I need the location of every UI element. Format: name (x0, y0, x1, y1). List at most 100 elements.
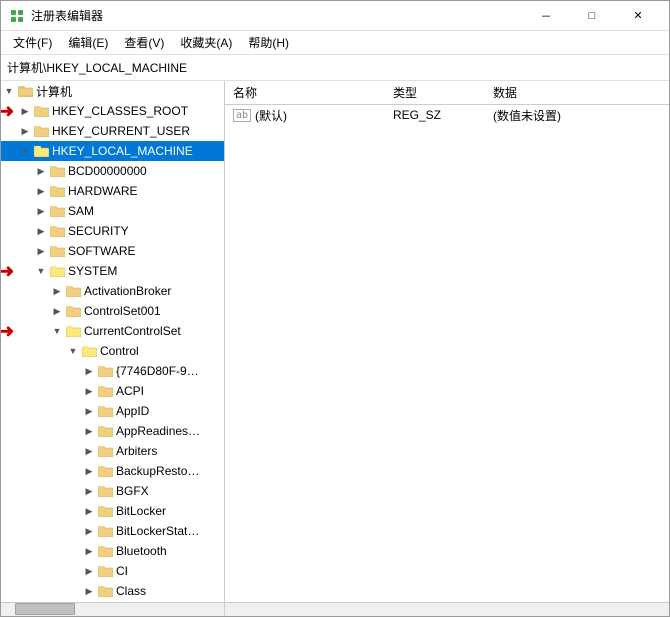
tree-item-computer[interactable]: ▼ 计算机 (1, 81, 224, 101)
expander-sam[interactable]: ▶ (33, 201, 49, 221)
folder-icon-sam (49, 204, 65, 218)
tree-item-classes-root[interactable]: ▶ HKEY_CLASSES_ROOT ➜ (1, 101, 224, 121)
tree-label-arbiters: Arbiters (116, 444, 157, 458)
tree-item-control[interactable]: ▼ Control (1, 341, 224, 361)
tree-label-classes-root: HKEY_CLASSES_ROOT (52, 104, 188, 118)
expander-computer[interactable]: ▼ (1, 81, 17, 101)
folder-icon-classes-root (33, 104, 49, 118)
detail-hscroll[interactable] (225, 603, 669, 616)
value-type-icon: ab (233, 109, 251, 122)
expander-ci[interactable]: ▶ (81, 561, 97, 581)
tree-item-bcd[interactable]: ▶ BCD00000000 (1, 161, 224, 181)
expander-classes-root[interactable]: ▶ (17, 101, 33, 121)
menu-file[interactable]: 文件(F) (5, 32, 60, 54)
expander-local-machine[interactable]: ▼ (17, 141, 33, 161)
detail-cell-name-default: ab (默认) (225, 105, 385, 126)
expander-bluetooth[interactable]: ▶ (81, 541, 97, 561)
expander-7746d80f[interactable]: ▶ (81, 361, 97, 381)
expander-bitlockerstatus[interactable]: ▶ (81, 521, 97, 541)
expander-class[interactable]: ▶ (81, 581, 97, 601)
tree-label-appreadiness: AppReadines… (116, 424, 200, 438)
folder-icon-bcd (49, 164, 65, 178)
red-arrow-2: ➜ (1, 261, 14, 282)
tree-item-system[interactable]: ▼ SYSTEM ➜ (1, 261, 224, 281)
tree-item-sam[interactable]: ▶ SAM (1, 201, 224, 221)
tree-item-class[interactable]: ▶ Class (1, 581, 224, 601)
detail-row-default[interactable]: ab (默认) REG_SZ (数值未设置) (225, 105, 669, 125)
tree-item-hardware[interactable]: ▶ HARDWARE (1, 181, 224, 201)
expander-activationbroker[interactable]: ▶ (49, 281, 65, 301)
tree-item-security[interactable]: ▶ SECURITY (1, 221, 224, 241)
tree-label-bitlockerstatus: BitLockerStat… (116, 524, 199, 538)
menu-help[interactable]: 帮助(H) (240, 32, 297, 54)
tree-item-backuprestore[interactable]: ▶ BackupResto… (1, 461, 224, 481)
tree-label-controlset001: ControlSet001 (84, 304, 161, 318)
tree-label-ci: CI (116, 564, 128, 578)
menu-bar: 文件(F) 编辑(E) 查看(V) 收藏夹(A) 帮助(H) (1, 31, 669, 55)
expander-software[interactable]: ▶ (33, 241, 49, 261)
folder-icon-arbiters (97, 444, 113, 458)
close-button[interactable]: ✕ (615, 1, 661, 31)
expander-acpi[interactable]: ▶ (81, 381, 97, 401)
expander-bitlocker[interactable]: ▶ (81, 501, 97, 521)
tree-item-appid[interactable]: ▶ AppID (1, 401, 224, 421)
tree-item-acpi[interactable]: ▶ ACPI (1, 381, 224, 401)
expander-appreadiness[interactable]: ▶ (81, 421, 97, 441)
expander-backuprestore[interactable]: ▶ (81, 461, 97, 481)
tree-item-appreadiness[interactable]: ▶ AppReadines… (1, 421, 224, 441)
expander-currentcontrolset[interactable]: ▼ (49, 321, 65, 341)
tree-label-software: SOFTWARE (68, 244, 136, 258)
folder-icon-security (49, 224, 65, 238)
tree-item-7746d80f[interactable]: ▶ {7746D80F-9… (1, 361, 224, 381)
menu-favorites[interactable]: 收藏夹(A) (172, 32, 240, 54)
tree-item-arbiters[interactable]: ▶ Arbiters (1, 441, 224, 461)
tree-label-backuprestore: BackupResto… (116, 464, 199, 478)
tree-item-activationbroker[interactable]: ▶ ActivationBroker (1, 281, 224, 301)
folder-icon-backuprestore (97, 464, 113, 478)
tree-label-sam: SAM (68, 204, 94, 218)
folder-icon-local-machine (33, 144, 49, 158)
expander-hardware[interactable]: ▶ (33, 181, 49, 201)
tree-item-bluetooth[interactable]: ▶ Bluetooth (1, 541, 224, 561)
expander-security[interactable]: ▶ (33, 221, 49, 241)
expander-appid[interactable]: ▶ (81, 401, 97, 421)
folder-icon-appreadiness (97, 424, 113, 438)
window-title: 注册表编辑器 (31, 7, 523, 24)
expander-current-user[interactable]: ▶ (17, 121, 33, 141)
tree-label-7746d80f: {7746D80F-9… (116, 364, 199, 378)
tree-label-bcd: BCD00000000 (68, 164, 147, 178)
tree-item-local-machine[interactable]: ▼ HKEY_LOCAL_MACHINE (1, 141, 224, 161)
tree-item-bgfx[interactable]: ▶ BGFX (1, 481, 224, 501)
tree-hscroll[interactable] (1, 603, 225, 616)
tree-item-currentcontrolset[interactable]: ▼ CurrentControlSet ➜ (1, 321, 224, 341)
menu-edit[interactable]: 编辑(E) (60, 32, 116, 54)
expander-arbiters[interactable]: ▶ (81, 441, 97, 461)
address-text: 计算机\HKEY_LOCAL_MACHINE (7, 59, 187, 76)
expander-bgfx[interactable]: ▶ (81, 481, 97, 501)
tree-item-bitlockerstatus[interactable]: ▶ BitLockerStat… (1, 521, 224, 541)
maximize-button[interactable]: □ (569, 1, 615, 31)
expander-system[interactable]: ▼ (33, 261, 49, 281)
expander-control[interactable]: ▼ (65, 341, 81, 361)
tree-hscroll-thumb[interactable] (15, 603, 75, 615)
menu-view[interactable]: 查看(V) (116, 32, 172, 54)
tree-item-controlset001[interactable]: ▶ ControlSet001 (1, 301, 224, 321)
expander-bcd[interactable]: ▶ (33, 161, 49, 181)
tree-panel[interactable]: ▼ 计算机 ▶ HKEY_CLASSES_ROOT ➜ ▶ (1, 81, 225, 602)
tree-item-software[interactable]: ▶ SOFTWARE (1, 241, 224, 261)
minimize-button[interactable]: － (523, 1, 569, 31)
address-bar: 计算机\HKEY_LOCAL_MACHINE (1, 55, 669, 81)
tree-label-activationbroker: ActivationBroker (84, 284, 171, 298)
window-controls: － □ ✕ (523, 1, 661, 31)
tree-item-current-user[interactable]: ▶ HKEY_CURRENT_USER (1, 121, 224, 141)
tree-label-appid: AppID (116, 404, 149, 418)
col-header-data: 数据 (485, 81, 669, 104)
folder-icon-bitlockerstatus (97, 524, 113, 538)
red-arrow-1: ➜ (1, 101, 14, 122)
tree-label-hardware: HARDWARE (68, 184, 138, 198)
tree-item-ci[interactable]: ▶ CI (1, 561, 224, 581)
folder-icon-acpi (97, 384, 113, 398)
tree-item-bitlocker[interactable]: ▶ BitLocker (1, 501, 224, 521)
expander-controlset001[interactable]: ▶ (49, 301, 65, 321)
folder-icon-controlset001 (65, 304, 81, 318)
